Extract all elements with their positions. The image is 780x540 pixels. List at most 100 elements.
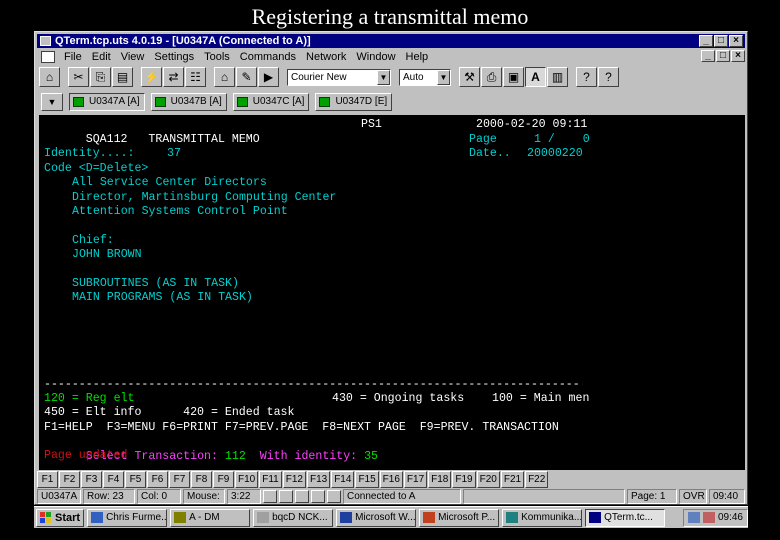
fkey-button[interactable]: F9 [213, 471, 234, 488]
window-titlebar[interactable]: QTerm.tcp.uts 4.0.19 - [U0347A (Connecte… [37, 34, 745, 48]
fkey-button[interactable]: F15 [355, 471, 379, 488]
settings-icon[interactable]: ☷ [185, 67, 206, 87]
font-a-icon[interactable]: A [525, 67, 546, 87]
toolbar: ⌂ ✂ ⎘ ▤ ⚡ ⇄ ☷ ⌂ ✎ ▶ Courier New ▼ Auto ▼… [37, 66, 745, 88]
connect-icon[interactable]: ⌂ [39, 67, 60, 87]
lock-icon [263, 490, 277, 503]
fkey-button[interactable]: F22 [525, 471, 549, 488]
context-help-icon[interactable]: ? [598, 67, 619, 87]
menu-edit[interactable]: Edit [87, 49, 116, 65]
chief-name-field[interactable]: JOHN BROWN [72, 248, 142, 263]
datetime: 2000-02-20 09:11 [476, 118, 588, 131]
session-tab-a[interactable]: U0347A [A] [69, 93, 145, 111]
fkey-button[interactable]: F8 [191, 471, 212, 488]
taskbar: Start Chris Furme... A - DM bqcD NCK... … [34, 506, 748, 528]
menu-network[interactable]: Network [301, 49, 351, 65]
menu-window[interactable]: Window [351, 49, 400, 65]
home-icon[interactable]: ⌂ [214, 67, 235, 87]
menu-file[interactable]: File [59, 49, 87, 65]
fkey-button[interactable]: F21 [500, 471, 525, 488]
fkey-button[interactable]: F13 [306, 471, 331, 488]
reference-line[interactable]: MAIN PROGRAMS (AS IN TASK) [72, 291, 253, 306]
date-field[interactable]: 20000220 [527, 147, 583, 162]
print-icon[interactable]: ⎙ [481, 67, 502, 87]
copy-icon[interactable]: ⎘ [90, 67, 111, 87]
reference-line[interactable]: SUBROUTINES (AS IN TASK) [72, 277, 239, 292]
taskbar-item[interactable]: bqcD NCK... [253, 508, 334, 527]
recipient-line[interactable]: Attention Systems Control Point [72, 205, 288, 220]
status-mode: OVR [679, 489, 707, 504]
fkey-button[interactable]: F16 [379, 471, 403, 488]
tray-icon[interactable] [702, 512, 715, 523]
save-icon[interactable]: ▣ [503, 67, 524, 87]
status-page: Page: 1 [627, 489, 677, 504]
doc-restore-button[interactable]: □ [716, 50, 730, 62]
fkey-button[interactable]: F19 [452, 471, 476, 488]
fkey-button[interactable]: F20 [476, 471, 500, 488]
with-identity-label: With identity: [259, 449, 358, 463]
printer-icon [311, 490, 325, 503]
fkey-button[interactable]: F12 [282, 471, 306, 488]
fkey-button[interactable]: F7 [169, 471, 190, 488]
select-transaction-field[interactable]: 112 [225, 450, 246, 463]
menu-commands[interactable]: Commands [235, 49, 301, 65]
status-mouse-pos: 3:22 [227, 489, 261, 504]
session-tab-label: U0347C [A] [252, 96, 305, 107]
session-tab-b[interactable]: U0347B [A] [150, 93, 227, 111]
taskbar-item[interactable]: Kommunika... [502, 508, 583, 527]
font-select[interactable]: Courier New ▼ [287, 68, 391, 86]
fkey-button[interactable]: F2 [59, 471, 80, 488]
minimize-button[interactable]: _ [699, 35, 713, 47]
fkey-button[interactable]: F4 [103, 471, 124, 488]
form-id: SQA112 [85, 132, 128, 146]
script-icon[interactable]: ⇄ [163, 67, 184, 87]
taskbar-item[interactable]: Chris Furme... [87, 508, 168, 527]
chevron-down-icon[interactable]: ▼ [437, 69, 450, 85]
status-row: Row: 23 [83, 489, 135, 504]
doc-close-button[interactable]: × [731, 50, 745, 62]
taskbar-item[interactable]: Microsoft W... [336, 508, 417, 527]
start-button[interactable]: Start [36, 508, 85, 527]
taskbar-item-active[interactable]: QTerm.tc... [585, 508, 666, 527]
fkey-button[interactable]: F17 [403, 471, 428, 488]
close-button[interactable]: × [729, 35, 743, 47]
help-icon[interactable]: ? [576, 67, 597, 87]
taskbar-item[interactable]: Microsoft P... [419, 508, 500, 527]
taskbar-item[interactable]: A - DM [170, 508, 251, 527]
session-tab-d[interactable]: U0347D [E] [315, 93, 393, 111]
fkey-button[interactable]: F11 [259, 471, 282, 488]
session-dropdown-icon[interactable]: ▼ [41, 93, 63, 111]
tools-icon[interactable]: ⚒ [459, 67, 480, 87]
session-tab-c[interactable]: U0347C [A] [232, 93, 310, 111]
paste-icon[interactable]: ▤ [112, 67, 133, 87]
fkey-button[interactable]: F3 [81, 471, 102, 488]
size-select[interactable]: Auto ▼ [399, 68, 451, 86]
cut-icon[interactable]: ✂ [68, 67, 89, 87]
fkey-button[interactable]: F1 [37, 471, 58, 488]
fkey-button[interactable]: F6 [147, 471, 168, 488]
chevron-down-icon[interactable]: ▼ [377, 69, 390, 85]
doc-minimize-button[interactable]: _ [701, 50, 715, 62]
recipient-line[interactable]: Director, Martinsburg Computing Center [72, 191, 336, 206]
clock: 09:46 [717, 512, 743, 523]
transfer-icon[interactable]: ⚡ [141, 67, 162, 87]
document-icon[interactable] [41, 51, 55, 63]
terminal-screen[interactable]: SQA112 TRANSMITTAL MEMO PS1 2000-02-20 0… [39, 115, 745, 470]
menu-view[interactable]: View [116, 49, 150, 65]
session-tab-label: U0347D [E] [335, 96, 388, 107]
menu-tools[interactable]: Tools [199, 49, 235, 65]
play-icon[interactable]: ▶ [258, 67, 279, 87]
display-icon[interactable]: ▥ [547, 67, 568, 87]
fkey-button[interactable]: F14 [331, 471, 355, 488]
recipient-line[interactable]: All Service Center Directors [72, 176, 267, 191]
fkey-button[interactable]: F18 [428, 471, 452, 488]
fkey-button[interactable]: F5 [125, 471, 146, 488]
tray-icon[interactable] [687, 512, 700, 523]
with-identity-field[interactable]: 35 [364, 450, 378, 463]
edit-icon[interactable]: ✎ [236, 67, 257, 87]
fkey-button[interactable]: F10 [235, 471, 259, 488]
menu-help[interactable]: Help [401, 49, 434, 65]
identity-field[interactable]: 37 [167, 147, 181, 162]
menu-settings[interactable]: Settings [149, 49, 199, 65]
maximize-button[interactable]: □ [714, 35, 728, 47]
